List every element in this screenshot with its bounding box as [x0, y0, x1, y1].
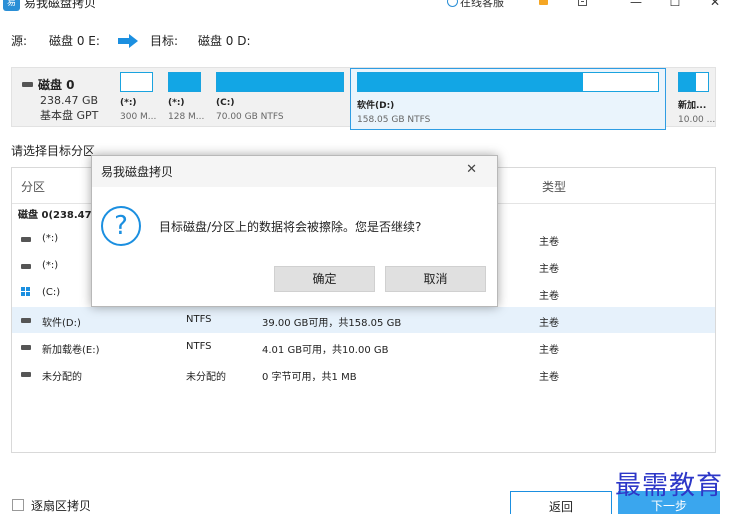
row-type: 主卷 [539, 264, 559, 275]
partition-block[interactable]: (*:) 300 M... [120, 72, 156, 122]
row-filesystem: NTFS [186, 314, 212, 325]
table-row[interactable]: 新加载卷(E:) NTFS 4.01 GB可用，共10.00 GB 主卷 [12, 334, 715, 360]
row-name: 新加载卷(E:) [42, 345, 100, 356]
partition-usage-bar [120, 72, 153, 92]
row-name: 软件(D:) [42, 318, 81, 329]
partition-usage-bar [357, 72, 659, 92]
watermark: 最需教育 [615, 471, 724, 501]
partition-usage-fill [217, 73, 343, 91]
hdd-icon [21, 264, 31, 269]
dialog-close-icon[interactable]: ✕ [466, 162, 477, 177]
partition-label: 新加... [678, 101, 707, 111]
maximize-button[interactable]: ☐ [665, 0, 685, 10]
windows-drive-icon [21, 287, 31, 297]
row-type: 主卷 [539, 237, 559, 248]
app-logo-icon: 易 [3, 0, 20, 11]
partition-label: 软件(D:) [357, 101, 395, 111]
row-capacity: 39.00 GB可用，共158.05 GB [262, 318, 402, 329]
target-label: 目标: [149, 34, 178, 48]
minimize-button[interactable]: — [626, 0, 646, 10]
confirm-button[interactable]: 确定 [274, 266, 375, 292]
partition-usage-bar [216, 72, 344, 92]
hdd-icon [21, 372, 31, 377]
confirm-dialog: 易我磁盘拷贝 ✕ ? 目标磁盘/分区上的数据将会被擦除。您是否继续? 确定 取消 [91, 155, 498, 307]
disk-name: 磁盘 0 [38, 78, 75, 92]
partition-usage-fill [679, 73, 697, 91]
hdd-icon [21, 237, 31, 242]
dialog-header: 易我磁盘拷贝 ✕ [92, 156, 497, 187]
row-name: (C:) [42, 287, 61, 298]
partition-block[interactable]: (C:) 70.00 GB NTFS [216, 72, 344, 122]
partition-size: 10.00 ... [678, 115, 716, 125]
partition-usage-bar [168, 72, 201, 92]
online-service-link[interactable]: 在线客服 [447, 0, 504, 11]
partition-size: 70.00 GB NTFS [216, 112, 284, 122]
column-header-partition[interactable]: 分区 [21, 178, 45, 195]
choose-target-label: 请选择目标分区 [11, 144, 96, 158]
menu-icon[interactable] [578, 0, 587, 6]
headset-icon [447, 0, 458, 7]
source-value: 磁盘 0 E: [49, 34, 100, 48]
row-type: 主卷 [539, 291, 559, 302]
title-bar: 易 易我磁盘拷贝 在线客服 — ☐ ✕ [0, 0, 738, 12]
row-filesystem: NTFS [186, 341, 212, 352]
partition-usage-fill [169, 73, 200, 91]
online-service-label: 在线客服 [460, 0, 504, 9]
row-name: 未分配的 [42, 372, 82, 383]
partition-label: (*:) [168, 98, 185, 108]
cancel-button[interactable]: 取消 [385, 266, 486, 292]
hdd-icon [21, 318, 31, 323]
dialog-title: 易我磁盘拷贝 [101, 165, 174, 179]
partition-size: 158.05 GB NTFS [357, 115, 431, 125]
table-row[interactable]: 未分配的 未分配的 0 字节可用，共1 MB 主卷 [12, 361, 715, 387]
row-filesystem: 未分配的 [186, 372, 226, 383]
row-type: 主卷 [539, 345, 559, 356]
arrow-right-icon [117, 33, 138, 48]
question-icon: ? [101, 206, 141, 246]
table-row-selected[interactable]: 软件(D:) NTFS 39.00 GB可用，共158.05 GB 主卷 [12, 307, 715, 333]
partition-block[interactable]: 新加... 10.00 ... [678, 72, 715, 125]
partition-usage-fill [358, 73, 583, 91]
disk-size: 238.47 GB [40, 94, 99, 107]
disk-map: 磁盘 0 238.47 GB 基本盘 GPT (*:) 300 M... (*:… [11, 67, 716, 130]
row-capacity: 0 字节可用，共1 MB [262, 372, 357, 383]
partition-block[interactable]: (*:) 128 M... [168, 72, 204, 122]
column-header-type[interactable]: 类型 [542, 178, 566, 195]
gift-icon[interactable] [539, 0, 548, 5]
row-type: 主卷 [539, 318, 559, 329]
copy-route: 源: 磁盘 0 E: 目标: 磁盘 0 D: [11, 32, 251, 49]
hdd-icon [22, 82, 33, 87]
row-name: (*:) [42, 233, 59, 244]
row-name: (*:) [42, 260, 59, 271]
partition-size: 300 M... [120, 112, 157, 122]
close-button[interactable]: ✕ [705, 0, 725, 10]
back-button[interactable]: 返回 [510, 491, 612, 514]
hdd-icon [21, 345, 31, 350]
source-label: 源: [11, 34, 28, 48]
target-value: 磁盘 0 D: [197, 34, 251, 48]
app-title: 易我磁盘拷贝 [24, 0, 97, 10]
partition-label: (*:) [120, 98, 137, 108]
disk-info: 磁盘 0 238.47 GB 基本盘 GPT [22, 76, 98, 123]
disk-type: 基本盘 GPT [40, 109, 99, 122]
partition-block-selected[interactable]: 软件(D:) 158.05 GB NTFS [350, 68, 666, 130]
sector-copy-checkbox[interactable] [12, 499, 24, 511]
partition-usage-bar [678, 72, 709, 92]
sector-copy-label: 逐扇区拷贝 [31, 499, 92, 513]
disk-name-wrap: 磁盘 0 [22, 76, 98, 93]
row-capacity: 4.01 GB可用，共10.00 GB [262, 345, 389, 356]
dialog-message: 目标磁盘/分区上的数据将会被擦除。您是否继续? [159, 220, 422, 234]
partition-label: (C:) [216, 98, 235, 108]
partition-size: 128 M... [168, 112, 205, 122]
row-type: 主卷 [539, 372, 559, 383]
